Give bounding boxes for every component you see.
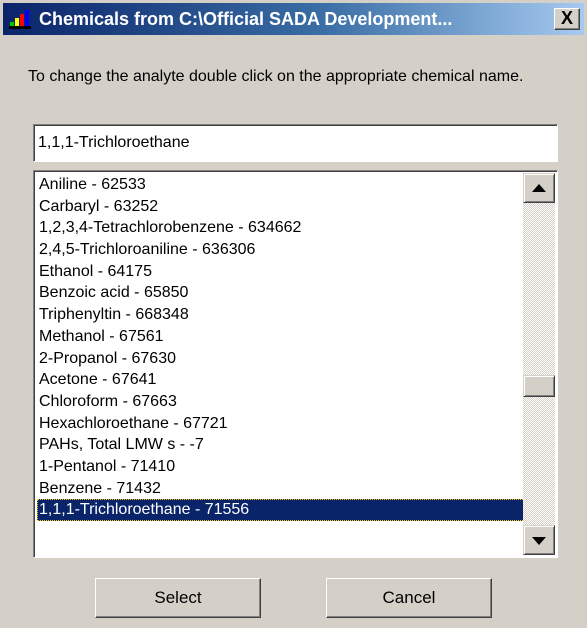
list-item[interactable]: PAHs, Total LMW s - -7 (37, 434, 525, 456)
list-item[interactable]: 2-Propanol - 67630 (37, 348, 525, 370)
arrow-up-icon (532, 184, 546, 192)
scroll-up-button[interactable] (523, 173, 555, 203)
list-item[interactable]: 1,1,1-Trichloroethane - 71556 (37, 499, 525, 521)
scroll-down-button[interactable] (523, 525, 555, 555)
scroll-thumb[interactable] (523, 375, 555, 397)
list-item[interactable]: Benzene - 71432 (37, 478, 525, 500)
app-chart-icon (9, 9, 31, 29)
list-item[interactable]: Benzoic acid - 65850 (37, 282, 525, 304)
list-item[interactable]: Carbaryl - 63252 (37, 196, 525, 218)
instruction-text: To change the analyte double click on th… (28, 68, 524, 85)
window-title: Chemicals from C:\Official SADA Developm… (39, 9, 453, 29)
chemical-listbox[interactable]: Aniline - 62533 Carbaryl - 63252 1,2,3,4-T… (33, 170, 558, 558)
close-button[interactable]: X (554, 8, 580, 30)
list-item[interactable]: Ethanol - 64175 (37, 261, 525, 283)
chemical-list-items: Aniline - 62533 Carbaryl - 63252 1,2,3,4-T… (37, 174, 525, 521)
select-button[interactable]: Select (95, 578, 261, 618)
chemicals-dialog: Chemicals from C:\Official SADA Developm… (0, 0, 587, 628)
cancel-button[interactable]: Cancel (326, 578, 492, 618)
list-item[interactable]: Hexachloroethane - 67721 (37, 413, 525, 435)
list-item[interactable]: Methanol - 67561 (37, 326, 525, 348)
arrow-down-icon (532, 537, 546, 545)
list-item[interactable]: Aniline - 62533 (37, 174, 525, 196)
list-item[interactable]: 1-Pentanol - 71410 (37, 456, 525, 478)
list-item[interactable]: Acetone - 67641 (37, 369, 525, 391)
list-item[interactable]: 1,2,3,4-Tetrachlorobenzene - 634662 (37, 217, 525, 239)
vertical-scrollbar[interactable] (523, 173, 555, 555)
list-item[interactable]: Chloroform - 67663 (37, 391, 525, 413)
title-bar[interactable]: Chemicals from C:\Official SADA Developm… (3, 3, 584, 35)
analyte-text-field[interactable] (33, 124, 558, 162)
list-item[interactable]: Triphenyltin - 668348 (37, 304, 525, 326)
list-item[interactable]: 2,4,5-Trichloroaniline - 636306 (37, 239, 525, 261)
